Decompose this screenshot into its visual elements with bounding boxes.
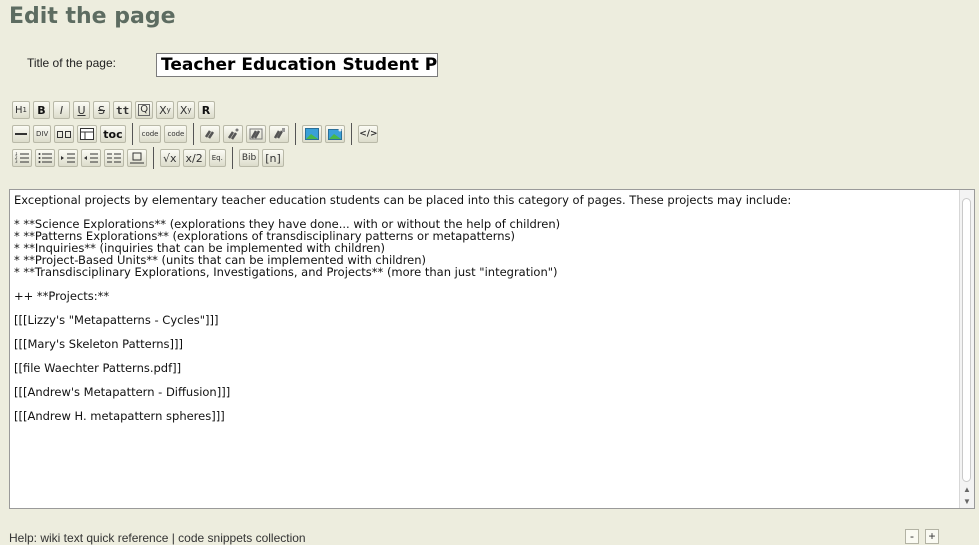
math-inline-button[interactable]: √x — [160, 149, 180, 167]
bibliography-button[interactable]: Bib — [238, 149, 260, 167]
horizontal-rule-button[interactable] — [12, 125, 30, 143]
image-icon — [305, 128, 320, 140]
file-link-button[interactable] — [269, 125, 290, 143]
equation-button[interactable]: Eq. — [208, 149, 226, 167]
table-icon — [80, 128, 95, 140]
footnote-button[interactable]: [n] — [262, 149, 284, 167]
scroll-down-icon[interactable]: ▼ — [960, 496, 974, 508]
div-button[interactable]: DIV — [33, 125, 52, 143]
code-block-button[interactable]: code — [164, 125, 188, 143]
title-label: Title of the page: — [27, 56, 116, 70]
bullet-list-button[interactable] — [35, 149, 55, 167]
url-link-icon — [249, 128, 263, 140]
toolbar-separator — [295, 123, 297, 145]
scroll-up-icon[interactable]: ▲ — [960, 484, 974, 496]
quote-button[interactable]: Q — [135, 101, 154, 119]
link-icon — [205, 130, 215, 139]
toolbar-separator — [231, 147, 233, 169]
page-heading: Edit the page — [9, 4, 176, 29]
columns-icon — [57, 131, 72, 138]
raw-button[interactable]: R — [197, 101, 215, 119]
editor-scrollbar[interactable]: ▲ ▼ — [959, 190, 974, 508]
definition-list-button[interactable] — [104, 149, 124, 167]
decrease-indent-button[interactable] — [81, 149, 101, 167]
toolbar-row-formatting: H1 B I U S tt Q Xy Xy R — [12, 100, 215, 120]
strikethrough-button[interactable]: S — [93, 101, 110, 119]
indent-icon — [61, 153, 75, 163]
toolbar-row-blocks: DIV toc code code </> — [12, 123, 379, 145]
underline-button[interactable]: U — [73, 101, 90, 119]
toc-button[interactable]: toc — [100, 125, 126, 143]
toolbar-separator — [351, 123, 353, 145]
help-links[interactable]: Help: wiki text quick reference | code s… — [9, 531, 306, 545]
heading-button[interactable]: H1 — [12, 101, 30, 119]
numbered-list-icon: 123 — [15, 152, 29, 164]
bold-button[interactable]: B — [33, 101, 50, 119]
file-link-icon — [274, 128, 286, 139]
footnote-icon — [130, 152, 144, 164]
columns-button[interactable] — [54, 125, 75, 143]
image-button[interactable] — [302, 125, 323, 143]
image-upload-icon — [328, 128, 343, 140]
definition-list-icon — [107, 153, 121, 163]
shrink-editor-button[interactable]: - — [905, 529, 919, 544]
superscript-button[interactable]: Xy — [156, 101, 174, 119]
page-source-textarea[interactable]: Exceptional projects by elementary teach… — [9, 189, 975, 509]
svg-text:3: 3 — [15, 159, 18, 164]
url-link-button[interactable] — [246, 125, 267, 143]
footnote-list-button[interactable] — [127, 149, 147, 167]
numbered-list-button[interactable]: 123 — [12, 149, 32, 167]
page-link-icon — [228, 128, 239, 140]
math-fraction-button[interactable]: x/2 — [182, 149, 206, 167]
toolbar-separator — [131, 123, 133, 145]
link-button[interactable] — [200, 125, 221, 143]
table-button[interactable] — [77, 125, 98, 143]
title-input[interactable]: Teacher Education Student Pro — [156, 53, 438, 77]
toolbar-separator — [193, 123, 195, 145]
bullet-list-icon — [38, 153, 52, 163]
page-link-button[interactable] — [223, 125, 244, 143]
html-button[interactable]: </> — [358, 125, 379, 143]
scrollbar-thumb[interactable] — [962, 198, 971, 482]
outdent-icon — [84, 153, 98, 163]
editor-statusbar: Help: wiki text quick reference | code s… — [9, 529, 975, 545]
subscript-button[interactable]: Xy — [176, 101, 195, 119]
toolbar-row-lists: 123 √x x/2 Eq. Bib [n] — [12, 147, 284, 169]
toolbar-separator — [153, 147, 154, 169]
page-source-text: Exceptional projects by elementary teach… — [14, 193, 792, 423]
italic-button[interactable]: I — [53, 101, 70, 119]
code-button[interactable]: code — [138, 125, 162, 143]
teletype-button[interactable]: tt — [113, 101, 133, 119]
grow-editor-button[interactable]: + — [925, 529, 939, 544]
image-upload-button[interactable] — [325, 125, 346, 143]
increase-indent-button[interactable] — [58, 149, 78, 167]
